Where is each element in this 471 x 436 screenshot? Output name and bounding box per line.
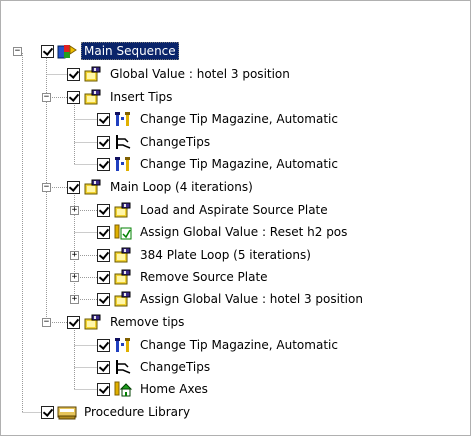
folder-icon <box>84 89 101 105</box>
folder-icon <box>114 247 131 263</box>
tree-node[interactable]: Insert Tips <box>67 87 175 107</box>
folder-icon <box>84 314 101 330</box>
expand-toggle[interactable]: + <box>70 251 79 260</box>
node-label: 384 Plate Loop (5 iterations) <box>140 248 311 262</box>
node-label: Remove Source Plate <box>140 270 268 284</box>
node-checkbox[interactable] <box>97 135 110 149</box>
home-axes-icon <box>114 381 133 397</box>
node-label: Global Value : hotel 3 position <box>110 67 290 81</box>
folder-icon <box>114 269 131 285</box>
tree-node[interactable]: Change Tip Magazine, Automatic <box>97 335 341 355</box>
node-checkbox[interactable] <box>97 157 110 171</box>
node-checkbox[interactable] <box>41 405 54 419</box>
expand-toggle[interactable]: + <box>70 206 79 215</box>
node-checkbox[interactable] <box>97 338 110 352</box>
procedure-library-icon <box>57 406 77 420</box>
tree-node[interactable]: ChangeTips <box>97 132 213 152</box>
tree-node[interactable]: ChangeTips <box>97 357 213 377</box>
tree-node[interactable]: Load and Aspirate Source Plate <box>97 200 331 220</box>
tree-node[interactable]: Change Tip Magazine, Automatic <box>97 154 341 174</box>
tip-magazine-icon <box>115 338 130 352</box>
node-checkbox[interactable] <box>67 67 80 81</box>
collapse-toggle[interactable]: − <box>42 318 51 327</box>
node-checkbox[interactable] <box>97 292 110 306</box>
node-checkbox[interactable] <box>97 248 110 262</box>
node-checkbox[interactable] <box>97 225 110 239</box>
node-checkbox[interactable] <box>67 90 80 104</box>
collapse-toggle[interactable]: − <box>42 93 51 102</box>
change-tips-icon <box>116 360 131 374</box>
node-label: ChangeTips <box>140 360 211 374</box>
expand-toggle[interactable]: + <box>70 295 79 304</box>
node-label: Main Sequence <box>81 42 179 60</box>
change-tips-icon <box>116 135 131 149</box>
tree-node[interactable]: Remove Source Plate <box>97 267 271 287</box>
assign-value-icon <box>114 224 132 240</box>
tree-node[interactable]: Assign Global Value : hotel 3 position <box>97 289 366 309</box>
tree-node[interactable]: Main Sequence <box>41 41 179 61</box>
node-checkbox[interactable] <box>97 112 110 126</box>
node-label: Assign Global Value : hotel 3 position <box>140 292 363 306</box>
tip-magazine-icon <box>115 112 130 126</box>
node-label: Load and Aspirate Source Plate <box>140 203 328 217</box>
node-checkbox[interactable] <box>97 203 110 217</box>
collapse-toggle[interactable]: − <box>42 183 51 192</box>
node-label: ChangeTips <box>140 135 211 149</box>
expand-toggle[interactable]: + <box>70 273 79 282</box>
tree-node[interactable]: Main Loop (4 iterations) <box>67 177 256 197</box>
folder-icon <box>114 202 131 218</box>
node-checkbox[interactable] <box>97 270 110 284</box>
node-label: Insert Tips <box>110 90 173 104</box>
node-label: Change Tip Magazine, Automatic <box>140 157 338 171</box>
tree-node[interactable]: Home Axes <box>97 379 211 399</box>
tip-magazine-icon <box>115 157 130 171</box>
node-label: Change Tip Magazine, Automatic <box>140 112 338 126</box>
tree-node[interactable]: Global Value : hotel 3 position <box>67 64 293 84</box>
node-label: Home Axes <box>140 382 208 396</box>
tree-node[interactable]: Remove tips <box>67 312 187 332</box>
node-label: Procedure Library <box>84 405 191 419</box>
node-checkbox[interactable] <box>97 382 110 396</box>
folder-icon <box>84 179 101 195</box>
tree-node[interactable]: Procedure Library <box>41 402 193 422</box>
folder-icon <box>84 66 101 82</box>
tree-node[interactable]: Assign Global Value : Reset h2 pos <box>97 222 350 242</box>
node-checkbox[interactable] <box>67 180 80 194</box>
node-label: Main Loop (4 iterations) <box>110 180 253 194</box>
node-checkbox[interactable] <box>41 44 54 58</box>
main-sequence-icon <box>57 45 77 59</box>
collapse-toggle[interactable]: − <box>13 47 22 56</box>
folder-icon <box>114 291 131 307</box>
node-label: Remove tips <box>110 315 185 329</box>
node-checkbox[interactable] <box>67 315 80 329</box>
node-label: Assign Global Value : Reset h2 pos <box>140 225 348 239</box>
node-label: Change Tip Magazine, Automatic <box>140 338 338 352</box>
tree-node[interactable]: 384 Plate Loop (5 iterations) <box>97 245 314 265</box>
node-checkbox[interactable] <box>97 360 110 374</box>
tree-node[interactable]: Change Tip Magazine, Automatic <box>97 109 341 129</box>
procedure-tree-view[interactable]: − Main Sequence Global Value : hotel 3 pos… <box>0 0 471 436</box>
